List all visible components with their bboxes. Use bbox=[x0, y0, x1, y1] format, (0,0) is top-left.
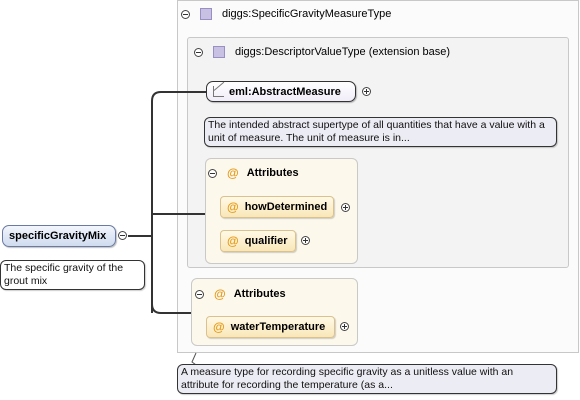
base-attributes-header: @ Attributes bbox=[208, 166, 299, 180]
attribute-howdetermined[interactable]: @ howDetermined bbox=[220, 196, 334, 218]
expand-icon[interactable] bbox=[341, 203, 350, 212]
abstract-element-icon bbox=[213, 86, 224, 97]
root-element-name: specificGravityMix bbox=[9, 230, 107, 242]
type-documentation: A measure type for recording specific gr… bbox=[177, 364, 557, 394]
root-element-node[interactable]: specificGravityMix bbox=[2, 225, 116, 247]
attribute-watertemperature[interactable]: @ waterTemperature bbox=[206, 316, 335, 338]
expand-icon[interactable] bbox=[340, 322, 349, 331]
expand-icon[interactable] bbox=[301, 236, 310, 245]
root-element-documentation: The specific gravity of the grout mix bbox=[0, 260, 145, 290]
attributes-label: Attributes bbox=[233, 288, 286, 300]
attribute-icon: @ bbox=[227, 234, 239, 248]
attribute-name: waterTemperature bbox=[230, 321, 326, 333]
attribute-name: howDetermined bbox=[244, 201, 328, 213]
attribute-icon: @ bbox=[213, 320, 225, 334]
abstract-element-documentation: The intended abstract supertype of all q… bbox=[204, 117, 557, 147]
attribute-icon: @ bbox=[227, 200, 239, 214]
attribute-group-icon: @ bbox=[214, 287, 226, 301]
abstract-element-node[interactable]: eml:AbstractMeasure bbox=[206, 81, 356, 102]
attributes-label: Attributes bbox=[246, 167, 299, 179]
collapse-icon[interactable] bbox=[118, 231, 127, 240]
attribute-name: qualifier bbox=[244, 235, 288, 247]
abstract-element-name: eml:AbstractMeasure bbox=[229, 85, 341, 98]
collapse-icon[interactable] bbox=[208, 168, 217, 178]
attribute-group-icon: @ bbox=[227, 166, 239, 180]
collapse-icon[interactable] bbox=[195, 289, 204, 299]
expand-icon[interactable] bbox=[362, 87, 371, 96]
attribute-qualifier[interactable]: @ qualifier bbox=[220, 230, 296, 252]
extension-attributes-header: @ Attributes bbox=[195, 287, 286, 301]
